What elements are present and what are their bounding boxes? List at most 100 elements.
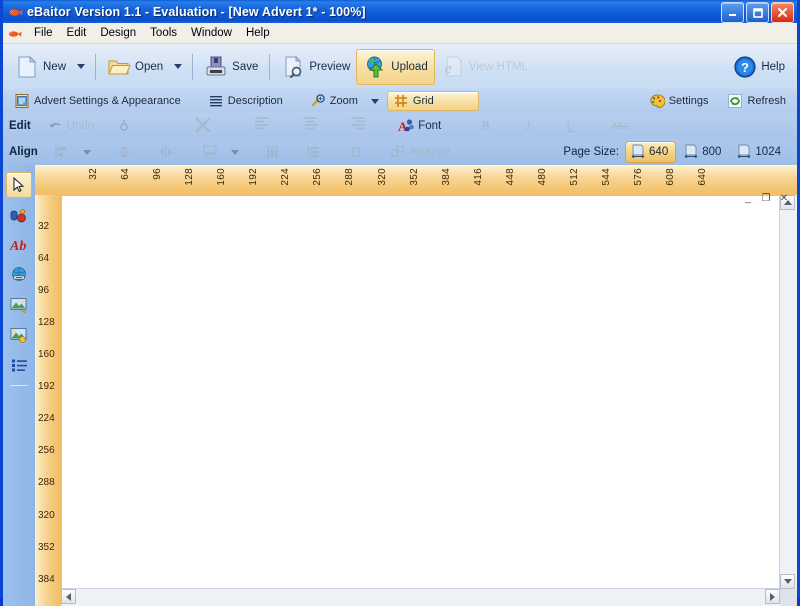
menu-window[interactable]: Window (184, 25, 239, 41)
toolbar-separator (269, 53, 271, 80)
horizontal-scrollbar[interactable] (61, 588, 780, 606)
settings-button[interactable]: Settings (644, 91, 714, 111)
ruler-tick-v: 224 (38, 413, 55, 425)
ruler-tick-h: 96 (152, 168, 164, 180)
open-folder-icon (107, 55, 131, 79)
page-size-640-button[interactable]: 640 (625, 141, 677, 163)
view-html-button: e View HTML (435, 49, 534, 85)
align-toolbar: Align Arrange Page Size: 640 800 1024 (3, 139, 797, 165)
arrange-label: Arrange (409, 146, 451, 158)
bold-label: B (481, 118, 490, 133)
menu-bar: File Edit Design Tools Window Help (3, 23, 797, 44)
refresh-label: Refresh (747, 95, 786, 107)
edit-group-label: Edit (9, 120, 31, 132)
mdi-minimize-button[interactable]: _ (740, 191, 756, 205)
ruler-tick-h: 608 (664, 168, 676, 186)
minimize-button[interactable] (721, 2, 744, 23)
question-mark-icon: ? (733, 55, 757, 79)
mdi-restore-button[interactable]: ❐ (758, 191, 774, 205)
help-label: Help (761, 60, 785, 73)
menu-file[interactable]: File (27, 25, 60, 41)
strikethrough-label: ABC (611, 121, 631, 131)
ruler-tick-v: 192 (38, 381, 55, 393)
text-tool[interactable]: Ab (6, 232, 32, 258)
clipboard-settings-icon (14, 93, 30, 109)
toolbars: New Open Save Preview Upload e View HTML… (3, 44, 797, 165)
center-horizontal-icon (158, 144, 174, 160)
link-tool[interactable] (6, 262, 32, 288)
maximize-button[interactable] (746, 2, 769, 23)
svg-text:A: A (398, 119, 408, 134)
space-down-icon (306, 144, 322, 160)
shapes-tool[interactable] (6, 202, 32, 228)
underline-label: U (566, 118, 576, 133)
close-button[interactable] (771, 2, 794, 23)
scroll-down-button[interactable] (780, 574, 795, 589)
grid-icon (393, 93, 409, 109)
ruler-tick-v: 384 (38, 573, 55, 585)
arrange-icon (390, 144, 406, 160)
advert-settings-label: Advert Settings & Appearance (34, 95, 181, 107)
zoom-label: Zoom (329, 95, 358, 107)
strikethrough-button: ABC (602, 108, 637, 144)
svg-text:e: e (445, 61, 452, 77)
menu-tools[interactable]: Tools (143, 25, 184, 41)
bold-button: B (471, 108, 496, 144)
design-canvas[interactable] (61, 195, 780, 589)
vertical-scrollbar[interactable] (779, 195, 797, 589)
save-button[interactable]: Save (198, 49, 264, 85)
ruler-tick-h: 544 (600, 168, 612, 186)
page-size-640-label: 640 (649, 146, 669, 158)
preview-button[interactable]: Preview (275, 49, 356, 85)
tool-divider (10, 385, 28, 386)
open-dropdown-arrow[interactable] (174, 64, 183, 69)
ruler-tick-v: 352 (38, 541, 55, 553)
tool-palette: Ab (3, 165, 35, 606)
chevron-left-icon (66, 592, 71, 601)
center-vertical-icon (116, 144, 132, 160)
ruler-tick-h: 64 (120, 168, 132, 180)
pointer-tool[interactable] (6, 172, 32, 198)
undo-icon (47, 118, 63, 134)
italic-button: I (516, 108, 536, 144)
refresh-button[interactable]: Refresh (722, 91, 791, 111)
page-size-1024-label: 1024 (755, 146, 781, 158)
ruler-tick-h: 480 (536, 168, 548, 186)
help-button[interactable]: ? Help (727, 49, 791, 85)
magnifier-plus-icon (310, 93, 326, 109)
menu-help[interactable]: Help (239, 25, 277, 41)
ruler-tick-h: 512 (568, 168, 580, 186)
workspace: _ ❐ ✕ Ab 32 64 96 128 160 192 224 256 28… (3, 165, 797, 606)
upload-label: Upload (391, 60, 428, 73)
ruler-tick-v: 32 (38, 221, 50, 233)
application-window: eBaitor Version 1.1 - Evaluation - [New … (0, 0, 800, 606)
horizontal-ruler: 32 64 96 128 160 192 224 256 288 320 352 384 416 448 4… (35, 165, 797, 197)
space-across-icon (264, 144, 280, 160)
new-dropdown-arrow[interactable] (77, 64, 86, 69)
menu-edit[interactable]: Edit (60, 25, 94, 41)
new-button[interactable]: New (9, 49, 72, 85)
zoom-dropdown-arrow[interactable] (370, 98, 379, 104)
settings-label: Settings (668, 95, 709, 107)
page-width-icon (683, 144, 699, 160)
mdi-close-button[interactable]: ✕ (776, 191, 792, 205)
scroll-right-button[interactable] (765, 589, 780, 604)
page-size-1024-button[interactable]: 1024 (731, 141, 789, 163)
ruler-tick-h: 160 (216, 168, 228, 186)
gallery-tool[interactable] (6, 322, 32, 348)
image-tool[interactable] (6, 292, 32, 318)
ruler-tick-h: 128 (184, 168, 196, 186)
undo-label: Undo (66, 120, 95, 132)
ruler-tick-v: 128 (38, 317, 55, 329)
menu-design[interactable]: Design (93, 25, 143, 41)
ruler-tick-v: 288 (38, 477, 55, 489)
redo-icon (116, 118, 132, 134)
ruler-tick-v: 160 (38, 349, 55, 361)
upload-button[interactable]: Upload (356, 48, 435, 85)
list-tool[interactable] (6, 352, 32, 378)
page-size-label: Page Size: (563, 146, 620, 158)
scroll-left-button[interactable] (61, 589, 76, 604)
page-size-800-button[interactable]: 800 (678, 141, 729, 163)
open-button[interactable]: Open (101, 49, 169, 85)
align-edges-icon (54, 144, 70, 160)
